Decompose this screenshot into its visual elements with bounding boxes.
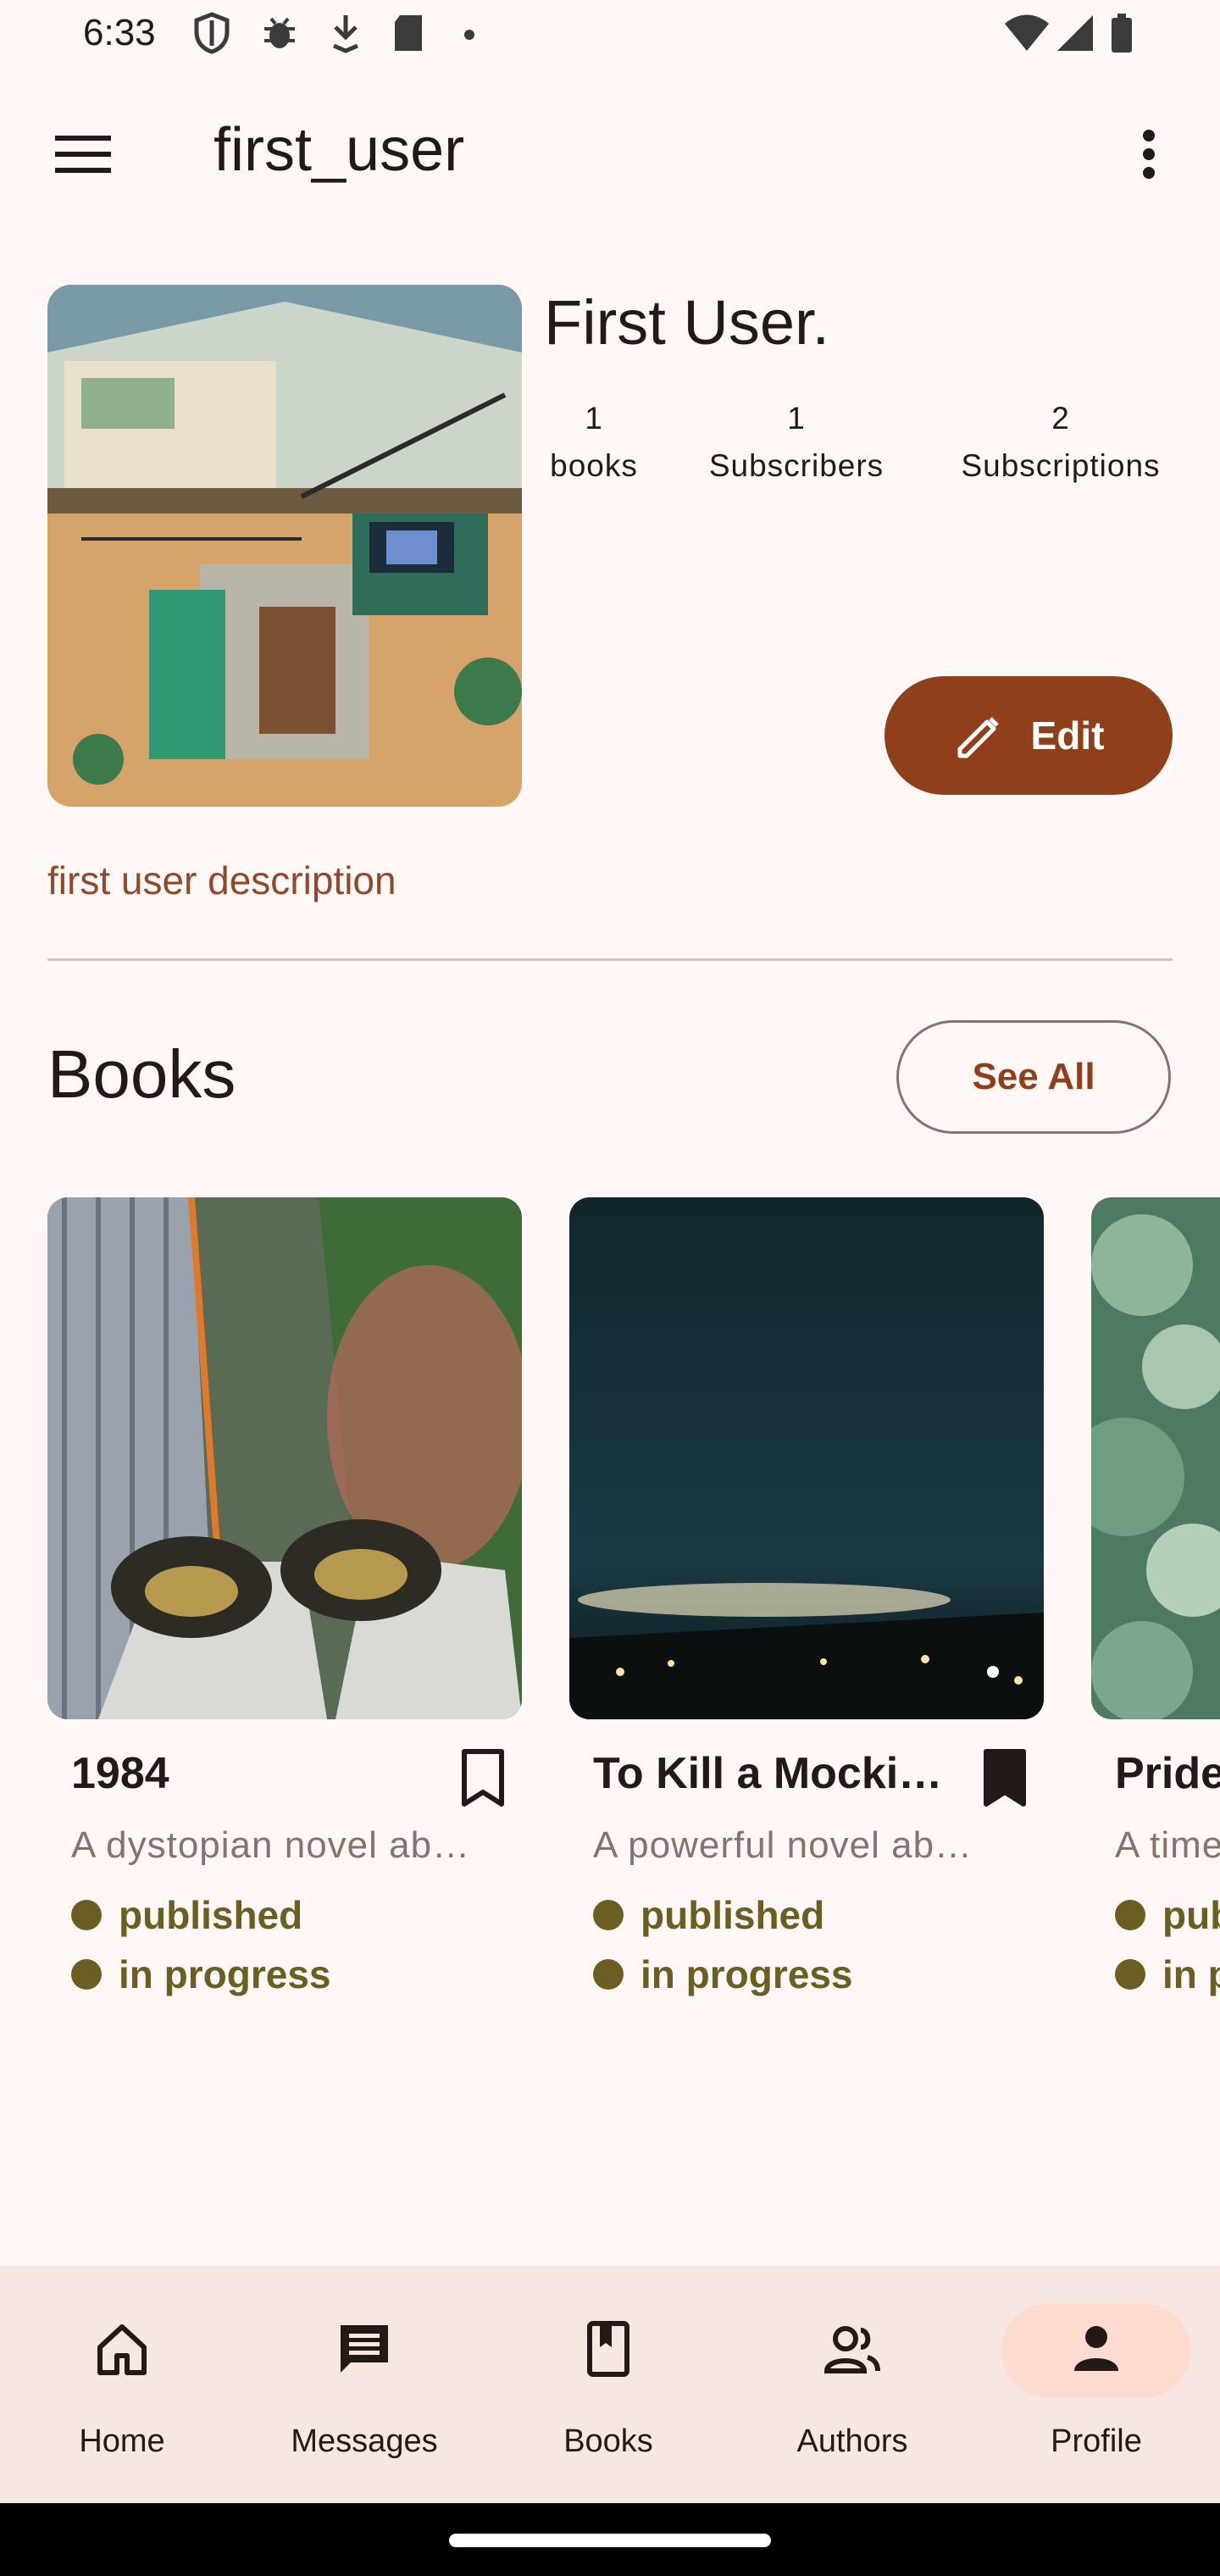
- stat-books[interactable]: 1 books: [547, 395, 640, 490]
- status-label: published: [119, 1893, 303, 1937]
- battery-icon: [1112, 14, 1132, 53]
- stat-subscribers[interactable]: 1 Subscribers: [695, 395, 898, 490]
- nav-item-home[interactable]: Home: [12, 2308, 232, 2478]
- status-dot-icon: [71, 1959, 102, 1990]
- see-all-button[interactable]: See All: [896, 1020, 1171, 1134]
- person-icon: [1074, 2326, 1118, 2371]
- messages-icon: [341, 2325, 388, 2373]
- avatar-illustration: [47, 285, 522, 807]
- book-status-progress: in progress: [593, 1951, 853, 1997]
- profile-description: first user description: [47, 858, 396, 902]
- app-title: first_user: [214, 116, 465, 184]
- book-icon: [587, 2321, 629, 2377]
- edit-icon: [957, 717, 999, 758]
- bookmark-button[interactable]: [458, 1748, 508, 1807]
- book-title: 1984: [71, 1749, 169, 1798]
- book-title: Pride: [1115, 1749, 1220, 1798]
- nav-item-authors[interactable]: Authors: [742, 2308, 962, 2478]
- nav-item-books[interactable]: Books: [498, 2308, 718, 2478]
- nav-item-messages[interactable]: Messages: [254, 2308, 474, 2478]
- book-status-published: pub: [1115, 1892, 1220, 1938]
- book-title: To Kill a Mocki…: [593, 1749, 943, 1798]
- status-label: in progress: [119, 1952, 331, 1996]
- nav-label: Messages: [291, 2423, 438, 2459]
- nav-label: Profile: [1051, 2423, 1142, 2459]
- status-dot-icon: [71, 1900, 102, 1930]
- book-description: A dystopian novel ab…: [71, 1824, 471, 1866]
- book-cover: [47, 1197, 522, 1719]
- book-cover: [569, 1197, 1044, 1719]
- user-name: First User.: [544, 287, 830, 358]
- book-cover-image: [1091, 1197, 1220, 1719]
- bug-icon: [264, 17, 295, 48]
- gesture-handle[interactable]: [449, 2534, 771, 2547]
- stat-books-value: 1: [585, 401, 603, 436]
- status-dot-icon: [1115, 1900, 1145, 1930]
- stat-subscriptions-label: Subscriptions: [961, 448, 1161, 483]
- book-card-clip: Pride A time pub in p: [1091, 1197, 1220, 2045]
- bookmark-outline-icon: [462, 1749, 504, 1807]
- book-status-progress: in p: [1115, 1951, 1220, 1997]
- status-dot-icon: [593, 1959, 624, 1990]
- edit-profile-button[interactable]: Edit: [884, 676, 1173, 795]
- stat-subscribers-value: 1: [787, 401, 806, 436]
- menu-button[interactable]: [42, 119, 124, 190]
- status-dot-icon: [593, 1900, 624, 1930]
- more-options-button[interactable]: [1118, 119, 1179, 190]
- menu-icon: [55, 136, 111, 173]
- bookmark-button[interactable]: [979, 1748, 1030, 1807]
- edit-button-label: Edit: [1030, 713, 1105, 758]
- book-description: A time: [1115, 1824, 1220, 1866]
- home-icon: [97, 2324, 147, 2375]
- status-label: in progress: [640, 1952, 853, 1996]
- shield-icon: [194, 12, 230, 54]
- people-icon: [824, 2326, 880, 2373]
- stat-books-label: books: [550, 448, 638, 483]
- stat-subscribers-label: Subscribers: [708, 448, 884, 483]
- books-section-title: Books: [47, 1036, 236, 1112]
- status-label: pub: [1162, 1893, 1220, 1937]
- wifi-icon: [1005, 14, 1049, 51]
- book-cover-image: [569, 1197, 1044, 1719]
- book-status-progress: in progress: [71, 1951, 331, 1997]
- nav-label: Authors: [796, 2423, 908, 2459]
- signal-icon: [1057, 15, 1093, 51]
- dot-icon: [464, 30, 474, 40]
- status-label: in p: [1162, 1952, 1220, 1996]
- book-status-published: published: [593, 1892, 824, 1938]
- download-icon: [333, 15, 358, 53]
- nav-label: Books: [563, 2423, 653, 2459]
- status-bar: 6:33: [0, 0, 1220, 76]
- app-bar: [0, 76, 1220, 229]
- book-cover: [1091, 1197, 1220, 1719]
- book-description: A powerful novel ab…: [593, 1824, 973, 1866]
- book-cover-image: [47, 1197, 522, 1719]
- nav-item-profile[interactable]: Profile: [986, 2303, 1206, 2478]
- stat-subscriptions-value: 2: [1051, 401, 1070, 436]
- profile-avatar: [47, 285, 522, 807]
- sd-card-icon: [395, 15, 422, 51]
- book-status-published: published: [71, 1892, 302, 1938]
- status-dot-icon: [1115, 1959, 1145, 1990]
- bookmark-filled-icon: [984, 1749, 1026, 1807]
- status-time: 6:33: [83, 12, 156, 53]
- nav-label: Home: [79, 2423, 165, 2459]
- status-label: published: [640, 1893, 825, 1937]
- divider: [47, 958, 1173, 961]
- more-vert-icon: [1143, 130, 1155, 179]
- stat-subscriptions[interactable]: 2 Subscriptions: [942, 395, 1179, 490]
